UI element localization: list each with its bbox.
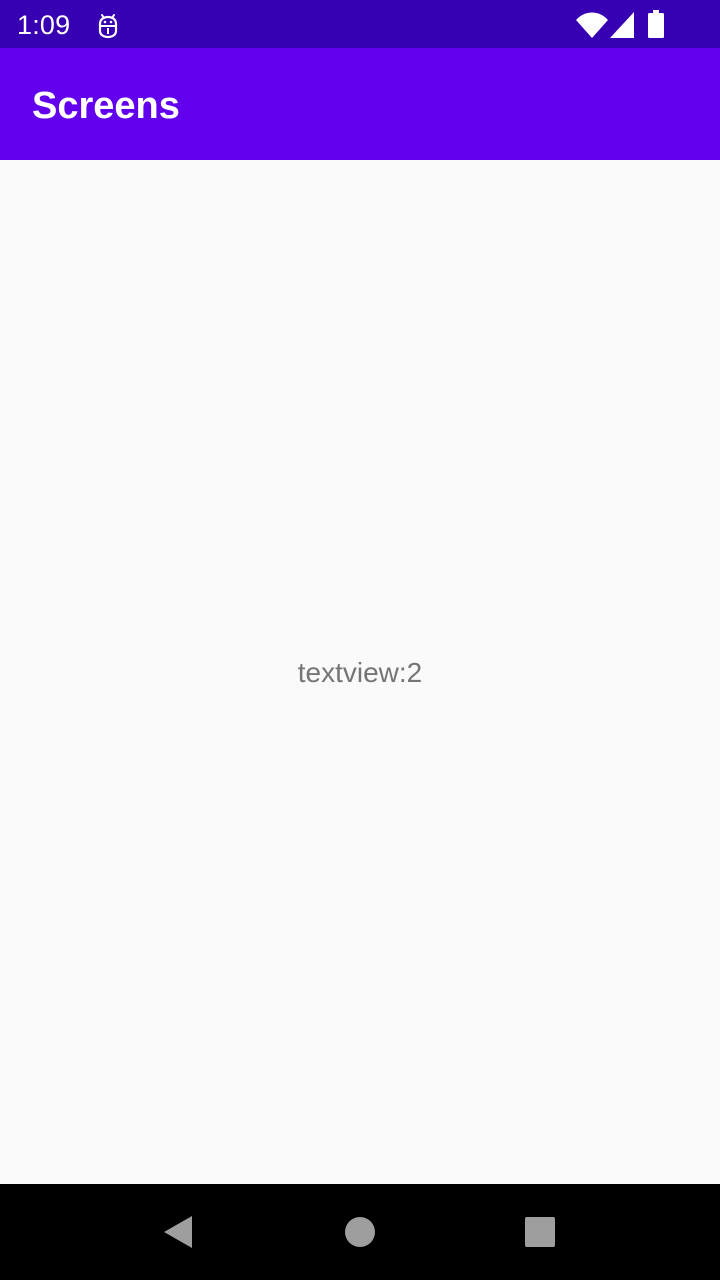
screen: 1:09 Screens textview:2 (0, 0, 720, 1280)
recents-icon[interactable] (524, 1216, 556, 1248)
app-bar: Screens (0, 48, 720, 160)
cell-signal-icon (610, 12, 634, 38)
center-textview: textview:2 (297, 657, 423, 688)
status-bar: 1:09 (0, 0, 720, 48)
home-icon[interactable] (344, 1216, 376, 1248)
main-content: textview:2 (0, 160, 720, 1184)
android-debug-icon (98, 14, 118, 39)
status-time: 1:09 (17, 10, 71, 40)
navigation-bar (0, 1184, 720, 1280)
wifi-icon (576, 12, 608, 38)
app-title: Screens (32, 85, 180, 127)
battery-icon (648, 10, 664, 38)
back-icon[interactable] (162, 1214, 194, 1250)
